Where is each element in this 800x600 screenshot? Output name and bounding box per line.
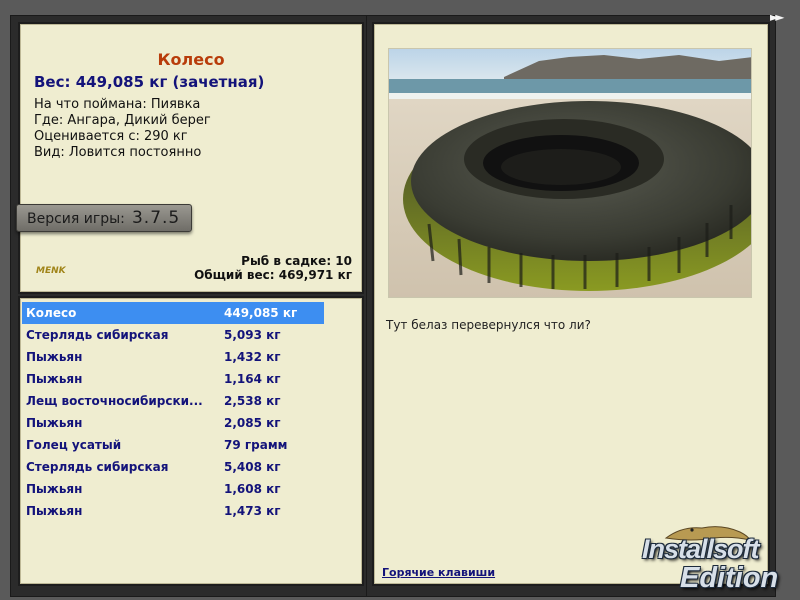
catch-name: Пыжьян — [26, 504, 83, 518]
location-line: Где: Ангара, Дикий берег — [34, 113, 211, 128]
bait-line: На что поймана: Пиявка — [34, 97, 201, 112]
catch-list-row[interactable]: Голец усатый 79 грамм — [22, 434, 324, 456]
catch-name: Стерлядь сибирская — [26, 460, 169, 474]
total-weight: Общий вес: 469,971 кг — [194, 268, 352, 282]
keepnet-count: Рыб в садке: 10 — [241, 254, 352, 268]
catch-weight: 5,408 кг — [224, 460, 281, 474]
catch-list-row[interactable]: Стерлядь сибирская 5,408 кг — [22, 456, 324, 478]
catch-list-panel: Колесо 449,085 кг Стерлядь сибирская 5,093 … — [18, 296, 364, 586]
fish-comment: Тут белаз перевернулся что ли? — [386, 318, 591, 332]
catch-weight: 1,473 кг — [224, 504, 281, 518]
version-badge: Версия игры: 3.7.5 — [16, 204, 192, 232]
valuation-line: Оценивается с: 290 кг — [34, 129, 188, 144]
fish-title: Колесо — [157, 50, 225, 69]
fish-info-panel: Колесо Вес: 449,085 кг (зачетная) На что… — [16, 22, 364, 294]
catch-weight: 1,608 кг — [224, 482, 281, 496]
fish-weight: Вес: 449,085 кг (зачетная) — [34, 73, 265, 91]
catch-name: Пыжьян — [26, 372, 83, 386]
catch-weight: 5,093 кг — [224, 328, 281, 342]
catch-name: Пыжьян — [26, 416, 83, 430]
catch-name: Пыжьян — [26, 482, 83, 496]
mini-logo: MENK — [36, 266, 66, 276]
fast-forward-icon: ►► — [770, 10, 785, 24]
catch-weight: 1,432 кг — [224, 350, 281, 364]
catch-list-row[interactable]: Лещ восточносибирски... 2,538 кг — [22, 390, 324, 412]
hotkeys-link[interactable]: Горячие клавиши — [382, 566, 495, 579]
tire-photo-icon — [389, 49, 751, 297]
catch-name: Пыжьян — [26, 350, 83, 364]
version-number: 3.7.5 — [131, 208, 181, 228]
species-line: Вид: Ловится постоянно — [34, 145, 202, 160]
catch-name: Стерлядь сибирская — [26, 328, 169, 342]
catch-list-row[interactable]: Стерлядь сибирская 5,093 кг — [22, 324, 324, 346]
watermark-line2: Edition — [680, 562, 779, 594]
watermark-line1: Installsoft — [642, 534, 760, 564]
fish-photo — [388, 48, 752, 298]
catch-list-row[interactable]: Колесо 449,085 кг — [22, 302, 324, 324]
version-label: Версия игры: — [27, 211, 125, 227]
fast-forward-button[interactable]: ►► — [770, 10, 794, 26]
catch-name: Колесо — [26, 306, 77, 320]
installsoft-watermark: Installsoft Edition — [640, 520, 800, 600]
catch-name: Голец усатый — [26, 438, 122, 452]
catch-name: Лещ восточносибирски... — [26, 394, 203, 408]
catch-list: Колесо 449,085 кг Стерлядь сибирская 5,093 … — [22, 302, 324, 522]
catch-list-row[interactable]: Пыжьян 1,608 кг — [22, 478, 324, 500]
catch-weight: 79 грамм — [224, 438, 288, 452]
catch-list-row[interactable]: Пыжьян 1,473 кг — [22, 500, 324, 522]
catch-weight: 449,085 кг — [224, 306, 298, 320]
catch-list-row[interactable]: Пыжьян 1,164 кг — [22, 368, 324, 390]
catch-weight: 2,538 кг — [224, 394, 281, 408]
catch-weight: 1,164 кг — [224, 372, 281, 386]
catch-weight: 2,085 кг — [224, 416, 281, 430]
description-panel: Тут белаз перевернулся что ли? Горячие к… — [372, 22, 770, 586]
catch-list-row[interactable]: Пыжьян 1,432 кг — [22, 346, 324, 368]
catch-list-row[interactable]: Пыжьян 2,085 кг — [22, 412, 324, 434]
